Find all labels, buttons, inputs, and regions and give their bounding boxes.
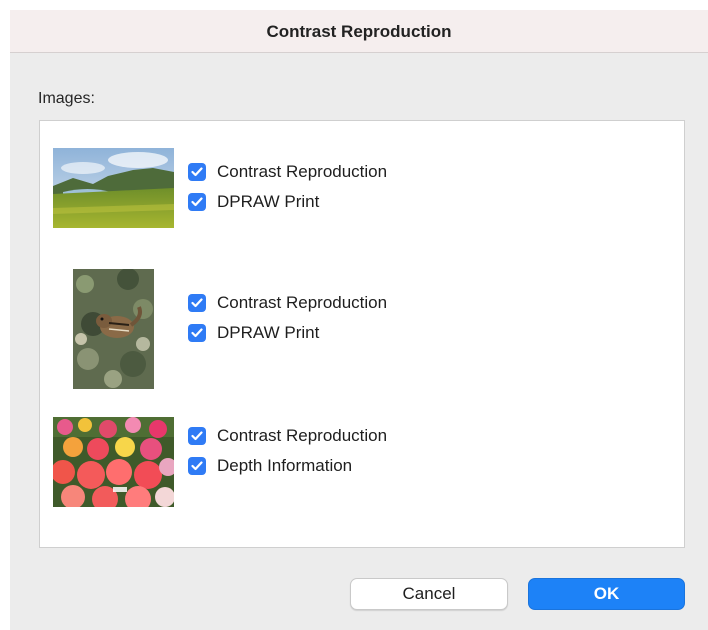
checkbox-checked-icon[interactable] (188, 163, 206, 181)
checkbox-checked-icon[interactable] (188, 324, 206, 342)
option-dpraw-print[interactable]: DPRAW Print (188, 191, 319, 213)
checkbox-checked-icon[interactable] (188, 294, 206, 312)
checkbox-checked-icon[interactable] (188, 193, 206, 211)
option-contrast-reproduction[interactable]: Contrast Reproduction (188, 161, 387, 183)
flowers-thumbnail (53, 417, 174, 507)
option-label: DPRAW Print (217, 323, 320, 342)
option-label: Contrast Reproduction (217, 293, 388, 312)
option-label: Depth Information (217, 456, 353, 475)
option-dpraw-print[interactable]: DPRAW Print (188, 322, 319, 344)
option-contrast-reproduction[interactable]: Contrast Reproduction (188, 292, 387, 314)
ok-button[interactable]: OK (528, 578, 685, 610)
checkbox-checked-icon[interactable] (188, 427, 206, 445)
images-list-panel: Contrast Reproduction DPRAW Print Contra… (39, 120, 685, 548)
contrast-reproduction-dialog: Contrast Reproduction Images: Contrast R… (10, 10, 708, 630)
option-label: DPRAW Print (217, 192, 320, 211)
option-label: Contrast Reproduction (217, 426, 388, 445)
landscape-thumbnail (53, 148, 174, 228)
chipmunk-thumbnail (73, 269, 154, 389)
images-label: Images: (38, 90, 95, 107)
option-label: Contrast Reproduction (217, 162, 388, 181)
option-depth-information[interactable]: Depth Information (188, 455, 352, 477)
option-contrast-reproduction[interactable]: Contrast Reproduction (188, 425, 387, 447)
checkbox-checked-icon[interactable] (188, 457, 206, 475)
dialog-title: Contrast Reproduction (266, 22, 452, 41)
cancel-button[interactable]: Cancel (350, 578, 508, 610)
dialog-titlebar: Contrast Reproduction (10, 10, 708, 53)
